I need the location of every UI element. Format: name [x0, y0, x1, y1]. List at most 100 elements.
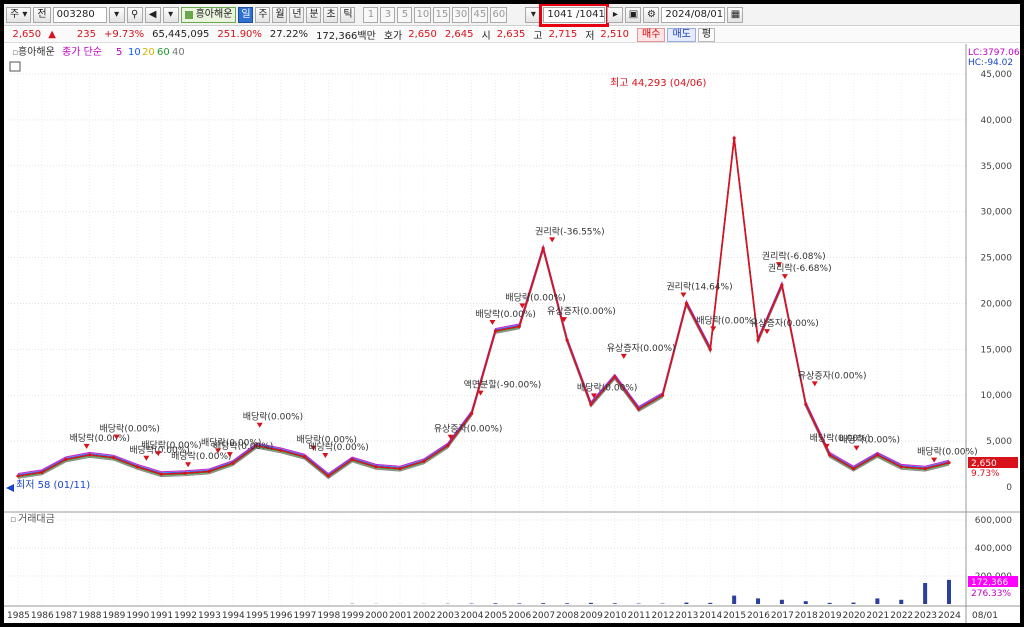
price-point: [756, 338, 760, 342]
date-input[interactable]: 2024/08/01: [661, 6, 726, 23]
period-second[interactable]: 초: [323, 6, 339, 23]
dropdown-icon[interactable]: ▾: [108, 6, 125, 23]
annotation-label: 배당락(0.00%): [577, 381, 637, 393]
annotation-label: 권리락(-6.08%): [762, 250, 826, 262]
year-tick-label: 2020: [843, 611, 866, 621]
volume-bar: [899, 599, 904, 604]
year-tick-label: 1994: [222, 611, 245, 621]
price-point: [899, 465, 903, 469]
price-tick-label: 25,000: [981, 254, 1013, 264]
chart-background: [4, 44, 1020, 623]
price-point: [374, 465, 378, 469]
ma-legend-label: 종가 단순: [62, 46, 102, 58]
year-tick-label: 2008: [556, 611, 579, 621]
price-point: [923, 467, 927, 471]
year-tick-label: 2009: [580, 611, 603, 621]
sound-icon[interactable]: ◀: [144, 6, 161, 23]
gear-icon[interactable]: ⚙: [643, 6, 660, 23]
period-year[interactable]: 년: [289, 6, 305, 23]
annotation-label: 권리락(-36.55%): [535, 225, 604, 237]
volume-bar: [779, 599, 784, 604]
price-point: [541, 246, 545, 250]
price-point: [589, 402, 593, 406]
volume-bar: [565, 603, 570, 604]
year-tick-label: 2007: [532, 611, 555, 621]
interval-10[interactable]: 10: [414, 6, 432, 23]
ma-20-legend: 20: [142, 47, 155, 58]
volume-ratio: 251.90%: [217, 29, 262, 40]
price-point: [183, 471, 187, 475]
volume-bar: [732, 595, 737, 604]
price-chart[interactable]: 배당락(0.00%) 배당락(0.00%) 배당락(0.00%) 배당락(0.00%)…: [4, 44, 1020, 623]
interval-3[interactable]: 3: [380, 6, 396, 23]
volume-legend: 거래대금: [18, 513, 55, 525]
year-tick-label: 2021: [866, 611, 889, 621]
stock-name-box[interactable]: 흥아해운: [180, 6, 237, 23]
buy-button[interactable]: 매수: [637, 27, 666, 42]
chevron-right-icon[interactable]: ▸: [607, 6, 624, 23]
price-point: [565, 338, 569, 342]
price-point: [135, 465, 139, 469]
price-tick-label: 10,000: [981, 391, 1013, 401]
stock-code-input[interactable]: 003280: [52, 6, 107, 23]
year-tick-label: 2023: [914, 611, 937, 621]
period-day[interactable]: 일: [238, 6, 254, 23]
year-tick-label: 2018: [795, 611, 818, 621]
volume-bar: [684, 602, 689, 604]
interval-60[interactable]: 60: [490, 6, 508, 23]
price-tick-label: 40,000: [981, 116, 1013, 126]
price-tick-label: 0: [1006, 483, 1012, 493]
chevron-down-icon[interactable]: ▾: [162, 6, 179, 23]
interval-1[interactable]: 1: [363, 6, 379, 23]
price-point: [828, 453, 832, 457]
volume-bar: [493, 603, 498, 604]
ask-price: 2,650: [408, 29, 437, 40]
period-tick[interactable]: 틱: [340, 6, 356, 23]
price-point: [732, 136, 736, 140]
annotation-label: 배당락(0.00%): [475, 308, 535, 320]
year-tick-label: 1990: [126, 611, 149, 621]
ma-60-legend: 60: [157, 47, 170, 58]
market-select[interactable]: 주 ▾: [6, 6, 32, 23]
high-price: 2,715: [548, 29, 578, 40]
search-icon[interactable]: ⚲: [126, 6, 143, 23]
volume-bar: [541, 603, 546, 604]
interval-30[interactable]: 30: [452, 6, 470, 23]
price-point: [684, 301, 689, 306]
price-point: [326, 474, 330, 478]
year-tick-label: 1996: [270, 611, 293, 621]
range-count-input[interactable]: 1041 /1041개: [539, 4, 616, 27]
year-tick-label: 2005: [484, 611, 507, 621]
sell-button[interactable]: 매도: [667, 27, 696, 42]
save-icon[interactable]: ▣: [625, 6, 642, 23]
type-select[interactable]: 전: [33, 6, 51, 23]
price-point: [469, 411, 474, 416]
volume-tick-label: 600,000: [975, 516, 1012, 526]
legend-toggle-icon[interactable]: ▫: [12, 48, 18, 58]
annotation-label: 액면분할(-90.00%): [464, 379, 542, 391]
price-point: [517, 324, 521, 328]
period-week[interactable]: 주: [255, 6, 271, 23]
interval-45[interactable]: 45: [471, 6, 489, 23]
volume-bar: [851, 602, 856, 604]
year-tick-label: 1998: [317, 611, 340, 621]
period-month[interactable]: 월: [272, 6, 288, 23]
price-tick-label: 5,000: [986, 437, 1012, 447]
annotation-label: 권리락(-6.68%): [768, 262, 832, 274]
volume-toggle-icon[interactable]: ▫: [10, 515, 16, 525]
interval-15[interactable]: 15: [433, 6, 451, 23]
hoga-label: 호가: [383, 31, 403, 42]
year-tick-label: 1992: [174, 611, 197, 621]
price-tick-label: 15,000: [981, 345, 1013, 355]
trade-amount: 172,366백만: [316, 31, 376, 42]
volume-bar: [803, 601, 808, 604]
year-tick-label: 2015: [723, 611, 746, 621]
annotation-label: 배당락(0.00%): [917, 446, 977, 458]
high-marker: 최고 44,293 (04/06): [610, 77, 706, 89]
year-tick-label: 1986: [31, 611, 54, 621]
scroll-left-icon[interactable]: ▾: [525, 6, 542, 23]
interval-5[interactable]: 5: [397, 6, 413, 23]
period-minute[interactable]: 분: [306, 6, 322, 23]
flat-button[interactable]: 평: [697, 27, 716, 42]
calendar-icon[interactable]: ▦: [727, 6, 744, 23]
